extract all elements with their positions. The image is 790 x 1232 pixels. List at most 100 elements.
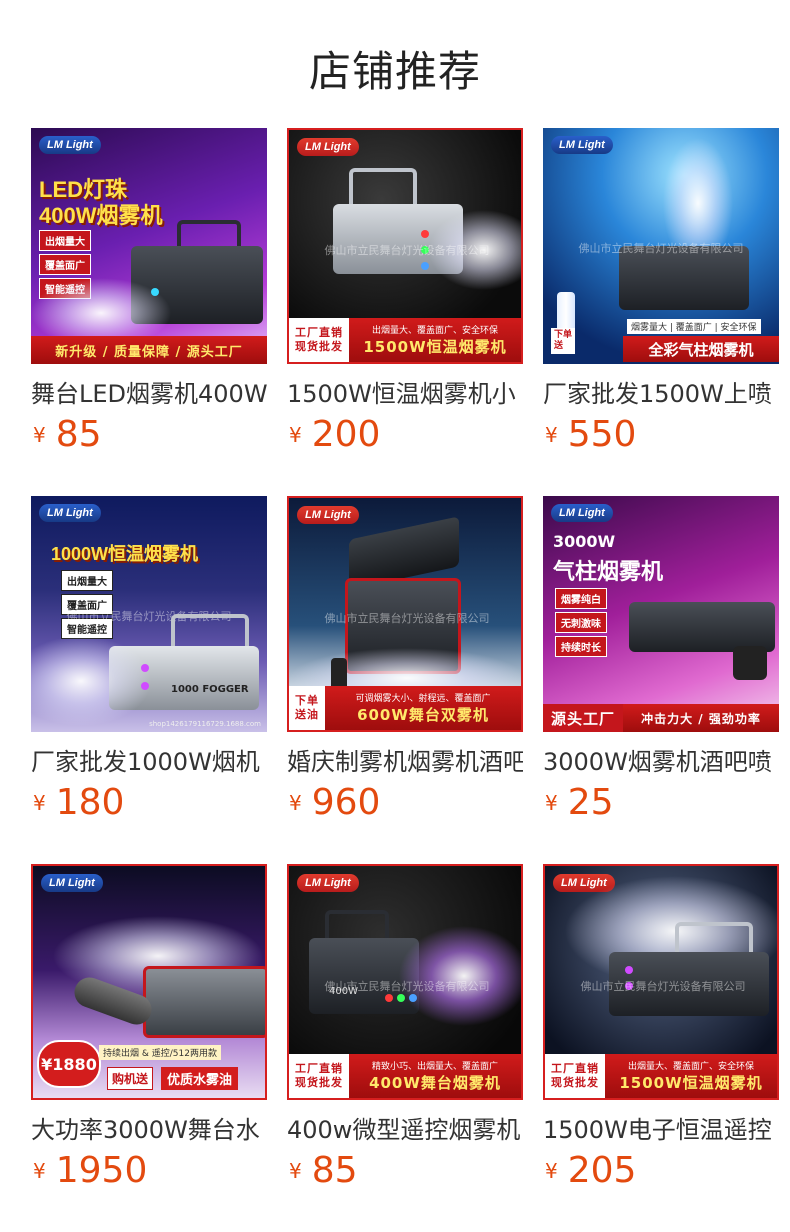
- product-name[interactable]: 厂家批发1000W烟机: [31, 742, 267, 777]
- product-image[interactable]: LM Light 佛山市立民舞台灯光设备有限公司 工厂直销 现货批发 出烟量大、覆…: [543, 864, 779, 1100]
- product-image[interactable]: LM Light 400W 佛山市立民舞台灯光设备有限公司 工厂直销 现货批发 精…: [287, 864, 523, 1100]
- brand-logo: LM Light: [297, 874, 359, 892]
- currency-symbol: ¥: [33, 791, 46, 815]
- promo-left-line: 工厂直销: [295, 1062, 343, 1075]
- product-image[interactable]: LM Light 佛山市立民舞台灯光设备有限公司 下单送 烟雾量大 | 覆盖面广…: [543, 128, 779, 364]
- promo-left-line: 现货批发: [295, 1076, 343, 1089]
- image-headline: 气柱烟雾机: [553, 560, 664, 585]
- currency-symbol: ¥: [289, 423, 302, 447]
- product-price: ¥85: [289, 1150, 358, 1191]
- product-name[interactable]: 厂家批发1500W上喷: [543, 374, 779, 409]
- promo-right-text: 冲击力大 / 强劲功率: [641, 711, 761, 726]
- led-light: [421, 230, 429, 238]
- currency-symbol: ¥: [545, 791, 558, 815]
- watermark: 佛山市立民舞台灯光设备有限公司: [580, 980, 746, 993]
- image-headline: 3000W: [553, 532, 616, 551]
- watermark: 佛山市立民舞台灯光设备有限公司: [324, 244, 490, 257]
- promo-main-text: 优质水雾油: [161, 1067, 239, 1090]
- promo-subtext: 出烟量大、覆盖面广、安全环保: [627, 1062, 754, 1072]
- product-card[interactable]: LM Light 佛山市立民舞台灯光设备有限公司 下单送 烟雾量大 | 覆盖面广…: [543, 128, 779, 496]
- shop-url: shop1426179116729.1688.com: [149, 720, 261, 728]
- promo-strip: 源头工厂 冲击力大 / 强劲功率: [543, 704, 779, 732]
- promo-left-line: 工厂直销: [295, 326, 343, 339]
- product-name[interactable]: 3000W烟雾机酒吧喷: [543, 742, 779, 777]
- image-headline: 1000W恒温烟雾机: [51, 544, 199, 564]
- remote-control-image: [733, 646, 767, 680]
- product-image[interactable]: LM Light 1000W恒温烟雾机 出烟量大 覆盖面广 智能遥控 佛山市立民…: [31, 496, 267, 732]
- promo-main-text: 1500W恒温烟雾机: [619, 1074, 763, 1092]
- product-image[interactable]: LM Light LED灯珠 400W烟雾机 出烟量大 覆盖面广 智能遥控 新升…: [31, 128, 267, 364]
- promo-main-text: 全彩气柱烟雾机: [623, 336, 779, 362]
- currency-symbol: ¥: [33, 1159, 46, 1183]
- product-price: ¥25: [545, 782, 614, 823]
- feature-tag: 出烟量大: [39, 230, 91, 251]
- promo-strip: 下单 送油 可调烟雾大小、射程远、覆盖面广 600W舞台双雾机: [289, 686, 521, 730]
- product-name[interactable]: 大功率3000W舞台水: [31, 1110, 267, 1145]
- feature-tag: 覆盖面广: [39, 254, 91, 275]
- led-light: [421, 262, 429, 270]
- feature-tag: 烟雾纯白: [555, 588, 607, 609]
- product-card[interactable]: LM Light LED灯珠 400W烟雾机 出烟量大 覆盖面广 智能遥控 新升…: [31, 128, 267, 496]
- product-card[interactable]: LM Light 佛山市立民舞台灯光设备有限公司 工厂直销 现货批发 出烟量大、覆…: [543, 864, 779, 1232]
- led-light: [625, 966, 633, 974]
- product-price: ¥550: [545, 414, 636, 455]
- price-value: 25: [567, 782, 614, 823]
- feature-tag: 持续时长: [555, 636, 607, 657]
- brand-logo: LM Light: [297, 138, 359, 156]
- product-card[interactable]: LM Light 佛山市立民舞台灯光设备有限公司 工厂直销 现货批发 出烟量大、覆…: [287, 128, 523, 496]
- brand-logo: LM Light: [39, 504, 101, 522]
- promo-left-line: 送油: [295, 708, 319, 721]
- price-value: 550: [567, 414, 637, 455]
- led-light: [385, 994, 393, 1002]
- price-badge: ¥1880: [37, 1040, 101, 1088]
- product-image[interactable]: LM Light 3000W 气柱烟雾机 烟雾纯白 无刺激味 持续时长 源头工厂…: [543, 496, 779, 732]
- price-value: 1950: [55, 1150, 148, 1191]
- product-name[interactable]: 1500W恒温烟雾机小: [287, 374, 523, 409]
- product-name[interactable]: 婚庆制雾机烟雾机酒吧: [287, 742, 523, 777]
- promo-main-text: 600W舞台双雾机: [357, 706, 489, 724]
- promo-subtext: 持续出烟 & 遥控/512两用款: [99, 1045, 221, 1060]
- product-name[interactable]: 1500W电子恒温遥控: [543, 1110, 779, 1145]
- promo-subtext: 出烟量大、覆盖面广、安全环保: [371, 326, 498, 336]
- led-light: [141, 682, 149, 690]
- brand-logo: LM Light: [297, 506, 359, 524]
- promo-main-text: 400W舞台烟雾机: [369, 1074, 501, 1092]
- currency-symbol: ¥: [545, 1159, 558, 1183]
- product-card[interactable]: LM Light 佛山市立民舞台灯光设备有限公司 下单 送油 可调烟雾大小、射程远…: [287, 496, 523, 864]
- led-light: [409, 994, 417, 1002]
- product-image[interactable]: LM Light 佛山市立民舞台灯光设备有限公司 下单 送油 可调烟雾大小、射程远…: [287, 496, 523, 732]
- promo-strip: 工厂直销 现货批发 出烟量大、覆盖面广、安全环保 1500W恒温烟雾机: [289, 318, 521, 362]
- product-name[interactable]: 400w微型遥控烟雾机: [287, 1110, 523, 1145]
- gift-line: 下单: [554, 330, 573, 340]
- fog-machine-image: [143, 966, 265, 1038]
- product-image[interactable]: LM Light 佛山市立民舞台灯光设备有限公司 工厂直销 现货批发 出烟量大、覆…: [287, 128, 523, 364]
- fog-machine-image: [629, 602, 775, 652]
- promo-strip: 工厂直销 现货批发 出烟量大、覆盖面广、安全环保 1500W恒温烟雾机: [545, 1054, 777, 1098]
- led-light: [141, 664, 149, 672]
- currency-symbol: ¥: [289, 791, 302, 815]
- gift-badge: 下单送: [551, 328, 576, 354]
- product-price: ¥960: [289, 782, 380, 823]
- price-value: 85: [55, 414, 102, 455]
- price-value: 200: [311, 414, 381, 455]
- product-price: ¥180: [33, 782, 124, 823]
- image-headline: 400W烟雾机: [39, 203, 163, 228]
- promo-left-text: 源头工厂: [543, 704, 624, 732]
- product-card[interactable]: LM Light 400W 佛山市立民舞台灯光设备有限公司 工厂直销 现货批发 精…: [287, 864, 523, 1232]
- product-card[interactable]: LM Light 1000W恒温烟雾机 出烟量大 覆盖面广 智能遥控 佛山市立民…: [31, 496, 267, 864]
- product-card[interactable]: LM Light ¥1880 持续出烟 & 遥控/512两用款 购机送 优质水雾…: [31, 864, 267, 1232]
- promo-main-text: 1500W恒温烟雾机: [363, 338, 507, 356]
- watermark: 佛山市立民舞台灯光设备有限公司: [324, 980, 490, 993]
- product-name[interactable]: 舞台LED烟雾机400W: [31, 374, 267, 409]
- product-image[interactable]: LM Light ¥1880 持续出烟 & 遥控/512两用款 购机送 优质水雾…: [31, 864, 267, 1100]
- page-title: 店铺推荐: [308, 47, 481, 96]
- brand-logo: LM Light: [41, 874, 103, 892]
- feature-tag: 出烟量大: [61, 570, 113, 591]
- product-grid: LM Light LED灯珠 400W烟雾机 出烟量大 覆盖面广 智能遥控 新升…: [31, 128, 779, 1232]
- product-price: ¥200: [289, 414, 380, 455]
- currency-symbol: ¥: [545, 423, 558, 447]
- promo-strip: 新升级 / 质量保障 / 源头工厂: [31, 336, 267, 364]
- currency-symbol: ¥: [33, 423, 46, 447]
- promo-subtext: 精致小巧、出烟量大、覆盖面广: [371, 1062, 498, 1072]
- product-card[interactable]: LM Light 3000W 气柱烟雾机 烟雾纯白 无刺激味 持续时长 源头工厂…: [543, 496, 779, 864]
